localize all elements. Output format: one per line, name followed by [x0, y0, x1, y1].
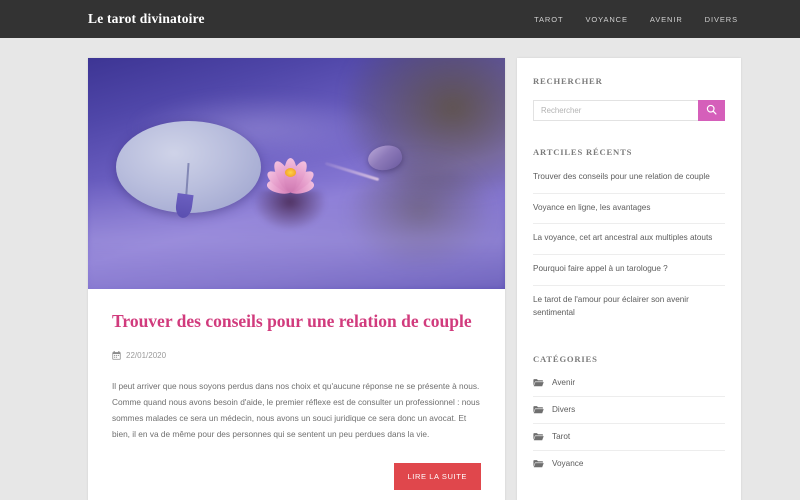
category-label: Voyance [552, 459, 584, 469]
widget-title-search: RECHERCHER [533, 76, 603, 86]
folder-icon [533, 378, 544, 387]
search-button[interactable] [698, 100, 725, 121]
category-label: Tarot [552, 432, 571, 442]
list-item[interactable]: Pourquoi faire appel à un tarologue ? [533, 255, 725, 286]
main-content-card: Trouver des conseils pour une relation d… [88, 58, 505, 500]
category-label: Avenir [552, 378, 576, 388]
list-item[interactable]: Voyance [533, 451, 725, 477]
search-icon [706, 103, 717, 118]
folder-icon [533, 432, 544, 441]
widget-search: RECHERCHER [533, 76, 725, 121]
article-date: 22/01/2020 [126, 350, 167, 360]
list-item[interactable]: Divers [533, 397, 725, 425]
read-more-row: LIRE LA SUITE [112, 462, 481, 490]
article-body-wrap: Trouver des conseils pour une relation d… [88, 289, 505, 500]
recent-posts-list: Trouver des conseils pour une relation d… [533, 171, 725, 328]
search-input[interactable] [533, 100, 698, 121]
folder-icon [533, 459, 544, 468]
widget-recent-posts: ARTCILES RÉCENTS Trouver des conseils po… [533, 147, 725, 328]
list-item[interactable]: Voyance en ligne, les avantages [533, 194, 725, 225]
nav-item-divers[interactable]: DIVERS [705, 15, 738, 24]
folder-icon [533, 405, 544, 414]
calendar-icon [112, 350, 121, 360]
nav-item-avenir[interactable]: AVENIR [650, 15, 683, 24]
list-item[interactable]: Tarot [533, 424, 725, 452]
nav-item-tarot[interactable]: TAROT [534, 15, 563, 24]
lotus-center [285, 168, 296, 177]
widget-title-categories: CATÉGORIES [533, 354, 598, 365]
article-excerpt: Il peut arriver que nous soyons perdus d… [112, 380, 480, 440]
categories-list: Avenir Divers Tarot Voyance [533, 378, 725, 477]
category-label: Divers [552, 405, 576, 415]
list-item[interactable]: Le tarot de l'amour pour éclairer son av… [533, 286, 725, 328]
site-header: Le tarot divinatoire TAROT VOYANCE AVENI… [0, 0, 800, 38]
sidebar: RECHERCHER ARTCILES RÉCENTS Trouver des … [517, 58, 741, 500]
article-title[interactable]: Trouver des conseils pour une relation d… [112, 311, 481, 333]
article-featured-image[interactable] [88, 58, 505, 289]
search-row [533, 100, 725, 121]
nav-item-voyance[interactable]: VOYANCE [585, 15, 627, 24]
page-body: Trouver des conseils pour une relation d… [0, 38, 800, 500]
lotus-flower-icon [258, 146, 324, 200]
list-item[interactable]: La voyance, cet art ancestral aux multip… [533, 224, 725, 256]
read-more-button[interactable]: LIRE LA SUITE [393, 462, 481, 490]
widget-categories: CATÉGORIES Avenir Divers Tarot Voyance [533, 354, 725, 477]
list-item[interactable]: Trouver des conseils pour une relation d… [533, 171, 725, 194]
article-meta: 22/01/2020 [112, 350, 481, 360]
list-item[interactable]: Avenir [533, 378, 725, 398]
site-title[interactable]: Le tarot divinatoire [88, 11, 205, 27]
main-nav: TAROT VOYANCE AVENIR DIVERS [534, 15, 778, 24]
widget-title-recent: ARTCILES RÉCENTS [533, 147, 633, 157]
